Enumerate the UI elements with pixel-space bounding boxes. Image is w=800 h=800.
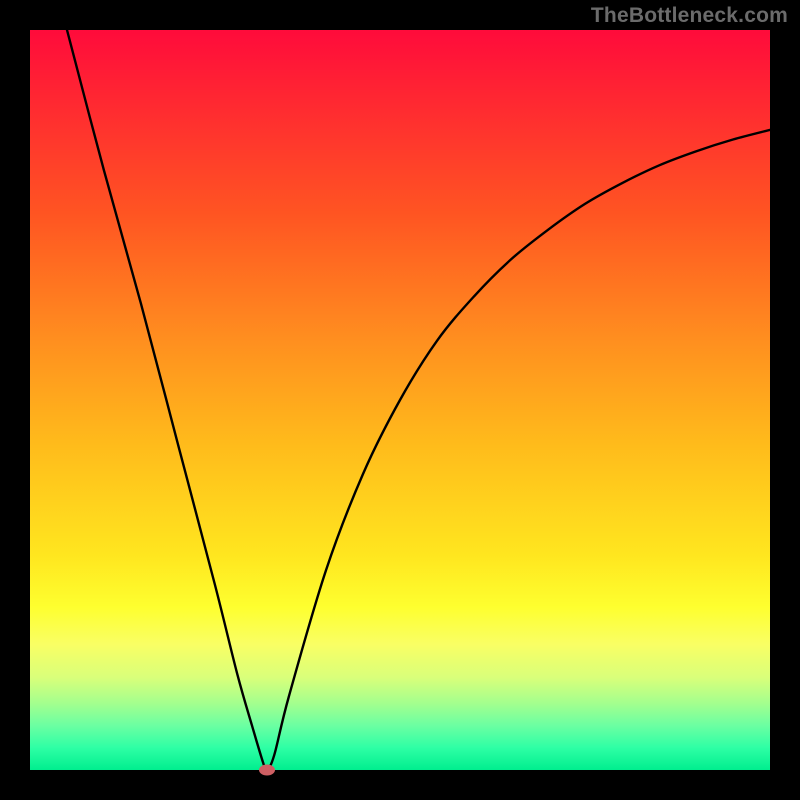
plot-area — [30, 30, 770, 770]
minimum-marker — [259, 765, 275, 776]
chart-frame: TheBottleneck.com — [0, 0, 800, 800]
watermark-text: TheBottleneck.com — [591, 4, 788, 28]
curve-svg — [30, 30, 770, 770]
bottleneck-curve — [67, 30, 770, 770]
